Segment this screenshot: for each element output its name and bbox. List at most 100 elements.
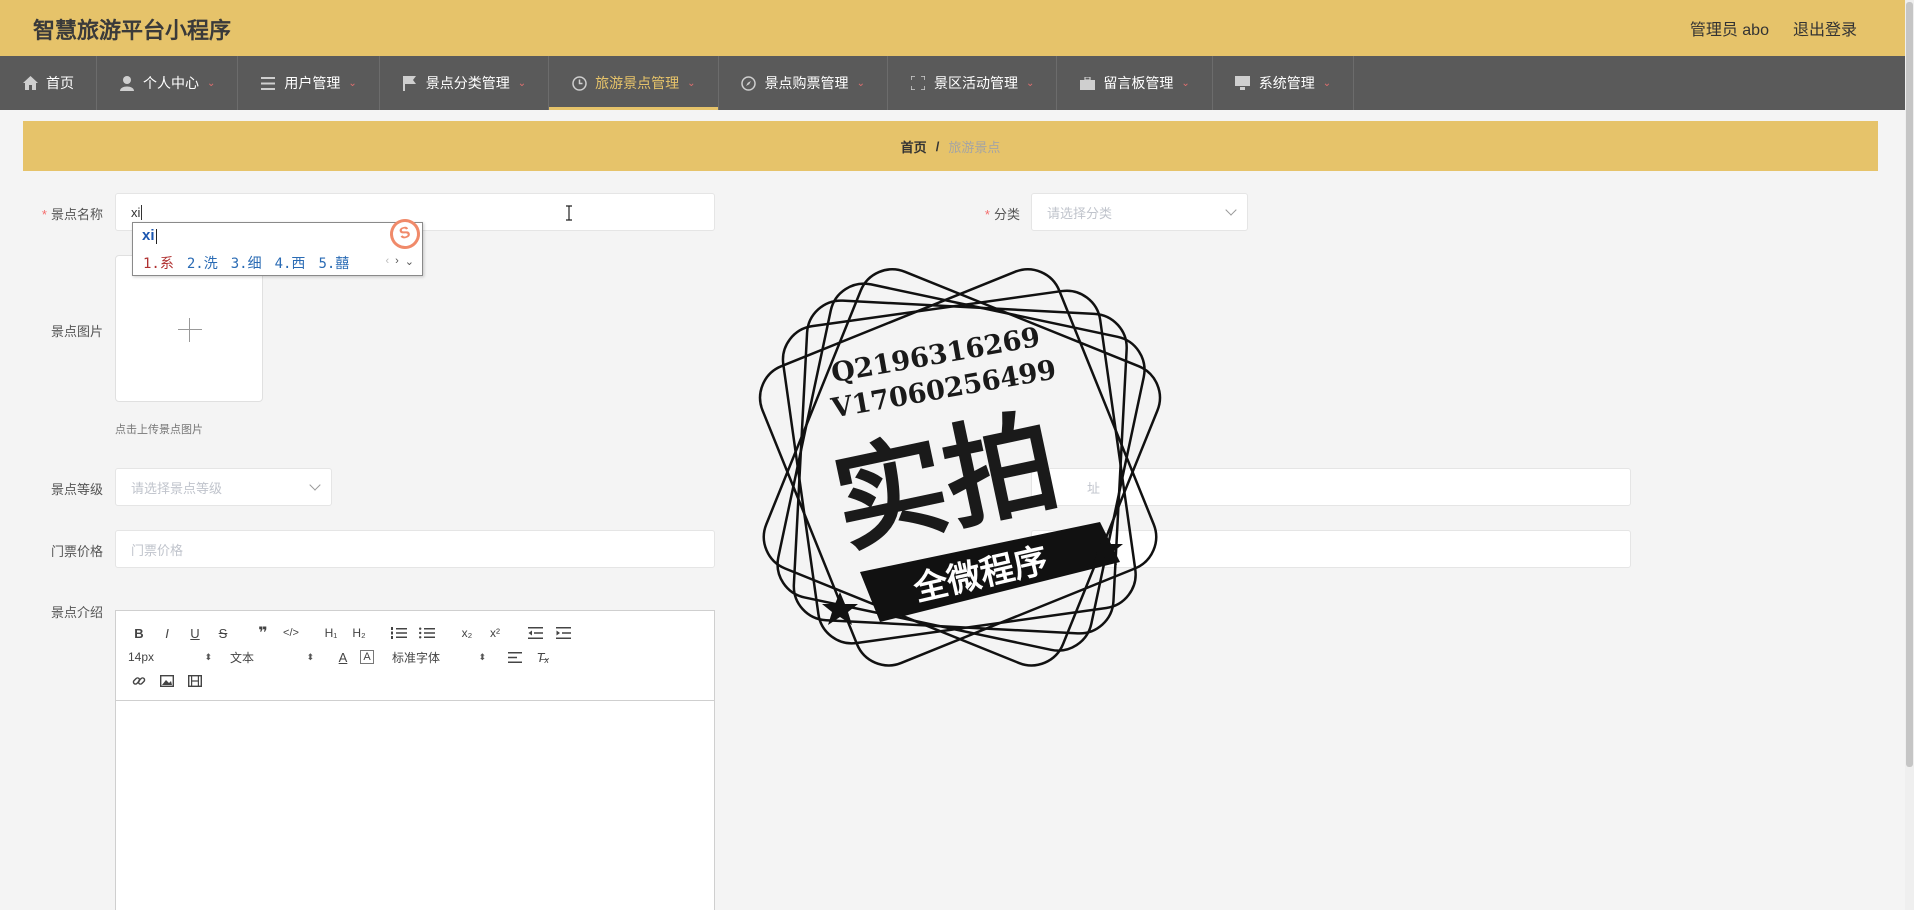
editor-toolbar: B I U S ❞ </> H₁ H₂ x₂ x² 14px ⬍ 文本 ⬍ A … bbox=[116, 611, 714, 701]
ime-candidate[interactable]: 3.细 bbox=[231, 253, 262, 273]
subscript-icon[interactable]: x₂ bbox=[456, 622, 478, 644]
image-upload-button[interactable] bbox=[115, 255, 263, 402]
nav-label: 留言板管理 bbox=[1103, 75, 1174, 91]
outdent-icon[interactable] bbox=[524, 622, 546, 644]
clock-icon bbox=[571, 75, 587, 91]
italic-icon[interactable]: I bbox=[156, 622, 178, 644]
chevron-down-icon: ⌄ bbox=[1181, 77, 1190, 89]
monitor-icon bbox=[1235, 75, 1251, 91]
chevron-down-icon bbox=[309, 479, 321, 491]
background-color-icon[interactable]: A bbox=[360, 650, 374, 664]
ime-composition: xi bbox=[142, 227, 157, 244]
chevron-down-icon: ⌄ bbox=[207, 77, 216, 89]
nav-item-home[interactable]: 首页 bbox=[0, 56, 97, 110]
blockquote-icon[interactable]: ❞ bbox=[252, 622, 274, 644]
required-mark: * bbox=[984, 207, 990, 222]
nav-label: 景点购票管理 bbox=[764, 75, 849, 91]
sogou-ime-logo: S bbox=[386, 215, 424, 253]
plus-icon bbox=[178, 329, 202, 330]
chevron-down-icon: ⌄ bbox=[856, 77, 865, 89]
nav-item-category[interactable]: 景点分类管理 ⌄ bbox=[380, 56, 550, 110]
category-label: * 分类 bbox=[984, 207, 1020, 222]
nav-label: 个人中心 bbox=[143, 75, 199, 91]
updown-arrow-icon: ⬍ bbox=[478, 651, 486, 662]
font-size-select[interactable]: 14px ⬍ bbox=[128, 650, 212, 664]
required-mark: * bbox=[41, 207, 47, 222]
font-family-select[interactable]: 标准字体 ⬍ bbox=[392, 649, 486, 666]
heading2-icon[interactable]: H₂ bbox=[348, 622, 370, 644]
admin-user-label[interactable]: 管理员 abo bbox=[1690, 16, 1769, 40]
nav-item-users[interactable]: 用户管理 ⌄ bbox=[238, 56, 380, 110]
name-label: * 景点名称 bbox=[41, 207, 103, 222]
category-placeholder: 请选择分类 bbox=[1047, 205, 1113, 221]
updown-arrow-icon: ⬍ bbox=[306, 651, 314, 662]
flag-icon bbox=[402, 75, 418, 91]
nav-item-scenic-spots[interactable]: 旅游景点管理 ⌄ bbox=[549, 56, 719, 110]
breadcrumb: 首页 / 旅游景点 bbox=[23, 121, 1878, 171]
bold-icon[interactable]: B bbox=[128, 622, 150, 644]
app-title: 智慧旅游平台小程序 bbox=[33, 18, 232, 43]
category-select[interactable]: 请选择分类 bbox=[1031, 193, 1248, 231]
editor-content-area[interactable] bbox=[116, 701, 714, 910]
rich-text-editor[interactable]: B I U S ❞ </> H₁ H₂ x₂ x² 14px ⬍ 文本 ⬍ A … bbox=[115, 610, 715, 910]
nav-item-system[interactable]: 系统管理 ⌄ bbox=[1213, 56, 1355, 110]
underline-icon[interactable]: U bbox=[184, 622, 206, 644]
price-label: 门票价格 bbox=[50, 544, 103, 559]
nav-label: 首页 bbox=[46, 75, 74, 91]
ime-candidate[interactable]: 5.囍 bbox=[318, 253, 349, 273]
link-icon[interactable] bbox=[128, 670, 150, 692]
header-user-area: 管理员 abo 退出登录 bbox=[1690, 16, 1857, 40]
ordered-list-icon[interactable] bbox=[388, 622, 410, 644]
level-select[interactable]: 请选择景点等级 bbox=[115, 468, 332, 506]
nav-label: 旅游景点管理 bbox=[595, 75, 680, 91]
briefcase-icon bbox=[1079, 75, 1095, 91]
bullet-list-icon[interactable] bbox=[416, 622, 438, 644]
chevron-down-icon: ⌄ bbox=[517, 77, 527, 89]
font-color-icon[interactable]: A bbox=[332, 646, 354, 668]
align-icon[interactable] bbox=[504, 646, 526, 668]
ticket-price-placeholder: 门票价格 bbox=[131, 542, 184, 558]
nav-item-messages[interactable]: 留言板管理 ⌄ bbox=[1057, 56, 1213, 110]
nav-item-activities[interactable]: 景区活动管理 ⌄ bbox=[888, 56, 1058, 110]
ime-candidate[interactable]: 4.西 bbox=[275, 253, 306, 273]
chevron-left-icon[interactable]: ‹ bbox=[385, 255, 389, 268]
page-scrollbar[interactable] bbox=[1905, 0, 1914, 910]
breadcrumb-separator: / bbox=[935, 138, 940, 154]
fullscreen-icon bbox=[910, 75, 926, 91]
list-icon bbox=[260, 75, 276, 91]
ime-page-nav: ‹ › ⌄ bbox=[385, 255, 414, 268]
nav-item-personal[interactable]: 个人中心 ⌄ bbox=[97, 56, 239, 110]
nav-label: 用户管理 bbox=[284, 75, 341, 91]
chevron-down-icon[interactable]: ⌄ bbox=[405, 255, 414, 268]
image-label: 景点图片 bbox=[50, 324, 103, 339]
chevron-down-icon: ⌄ bbox=[348, 77, 357, 89]
ime-candidate[interactable]: 1.系 bbox=[143, 253, 174, 273]
ticket-price-input[interactable]: 门票价格 bbox=[115, 530, 715, 568]
level-label: 景点等级 bbox=[50, 482, 103, 497]
strikethrough-icon[interactable]: S bbox=[212, 622, 234, 644]
level-placeholder: 请选择景点等级 bbox=[131, 480, 223, 496]
image-upload-hint: 点击上传景点图片 bbox=[115, 424, 203, 436]
heading1-icon[interactable]: H₁ bbox=[320, 622, 342, 644]
header-select[interactable]: 文本 ⬍ bbox=[230, 649, 314, 666]
logout-button[interactable]: 退出登录 bbox=[1793, 16, 1857, 40]
ime-candidate[interactable]: 2.洗 bbox=[187, 253, 218, 273]
scrollbar-thumb[interactable] bbox=[1906, 2, 1913, 767]
mouse-ibeam-cursor bbox=[565, 205, 573, 226]
main-nav: 首页 个人中心 ⌄ 用户管理 ⌄ 景点分类管理 ⌄ 旅游景点管理 ⌄ 景点购票管… bbox=[0, 56, 1905, 110]
code-block-icon[interactable]: </> bbox=[280, 622, 302, 644]
clear-format-icon[interactable]: T̶ₓ bbox=[532, 646, 554, 668]
stamp-watermark: Q2196316269 V17060256499 实拍 全微程序 bbox=[740, 262, 1180, 692]
nav-label: 系统管理 bbox=[1258, 75, 1315, 91]
indent-icon[interactable] bbox=[552, 622, 574, 644]
nav-label: 景点分类管理 bbox=[425, 75, 510, 91]
ime-candidate-window: xi S 1.系 2.洗 3.细 4.西 5.囍 ‹ › ⌄ bbox=[132, 215, 424, 276]
video-icon[interactable] bbox=[184, 670, 206, 692]
compass-icon bbox=[741, 75, 757, 91]
image-icon[interactable] bbox=[156, 670, 178, 692]
superscript-icon[interactable]: x² bbox=[484, 622, 506, 644]
breadcrumb-home[interactable]: 首页 bbox=[901, 137, 927, 156]
nav-item-tickets[interactable]: 景点购票管理 ⌄ bbox=[719, 56, 888, 110]
chevron-right-icon[interactable]: › bbox=[395, 255, 399, 268]
chevron-down-icon: ⌄ bbox=[1025, 77, 1035, 89]
